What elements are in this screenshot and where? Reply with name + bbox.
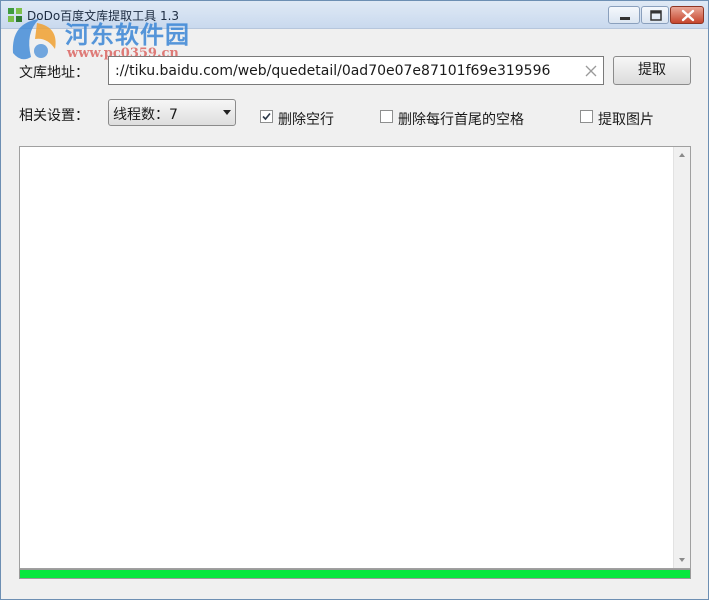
url-label: 文库地址： <box>19 65 89 81</box>
clear-icon[interactable] <box>583 63 599 79</box>
scroll-up-icon[interactable] <box>674 147 690 163</box>
extract-images-checkbox[interactable] <box>580 110 593 123</box>
window-title: DoDo百度文库提取工具 1.3 <box>27 9 180 23</box>
thread-count-value: 线程数：7 <box>113 107 178 123</box>
extract-images-label: 提取图片 <box>598 112 654 128</box>
dropdown-arrow-icon <box>223 110 231 115</box>
delete-empty-lines-checkbox[interactable] <box>260 110 273 123</box>
output-area <box>19 146 691 569</box>
scroll-down-icon[interactable] <box>674 552 690 568</box>
trim-spaces-checkbox[interactable] <box>380 110 393 123</box>
output-textarea[interactable] <box>20 147 673 568</box>
url-field[interactable] <box>108 56 604 85</box>
app-window: DoDo百度文库提取工具 1.3 河东软件园 www.pc0359.cn 文库地… <box>0 0 709 600</box>
trim-spaces-label: 删除每行首尾的空格 <box>398 112 524 128</box>
progress-bar <box>19 569 691 579</box>
close-button[interactable] <box>670 6 704 24</box>
minimize-button[interactable] <box>608 6 640 24</box>
url-input[interactable] <box>115 60 577 82</box>
thread-count-select[interactable]: 线程数：7 <box>108 99 236 126</box>
extract-button[interactable]: 提取 <box>613 56 691 85</box>
app-icon <box>8 8 22 22</box>
minimize-icon <box>620 17 630 20</box>
vertical-scrollbar[interactable] <box>673 147 690 568</box>
close-icon <box>681 9 695 22</box>
settings-label: 相关设置： <box>19 108 89 124</box>
progress-fill <box>20 570 690 578</box>
delete-empty-lines-label: 删除空行 <box>278 112 334 128</box>
maximize-button[interactable] <box>641 6 669 24</box>
title-bar[interactable]: DoDo百度文库提取工具 1.3 <box>1 1 708 29</box>
maximize-icon <box>650 10 662 21</box>
checkmark-icon <box>262 112 271 121</box>
